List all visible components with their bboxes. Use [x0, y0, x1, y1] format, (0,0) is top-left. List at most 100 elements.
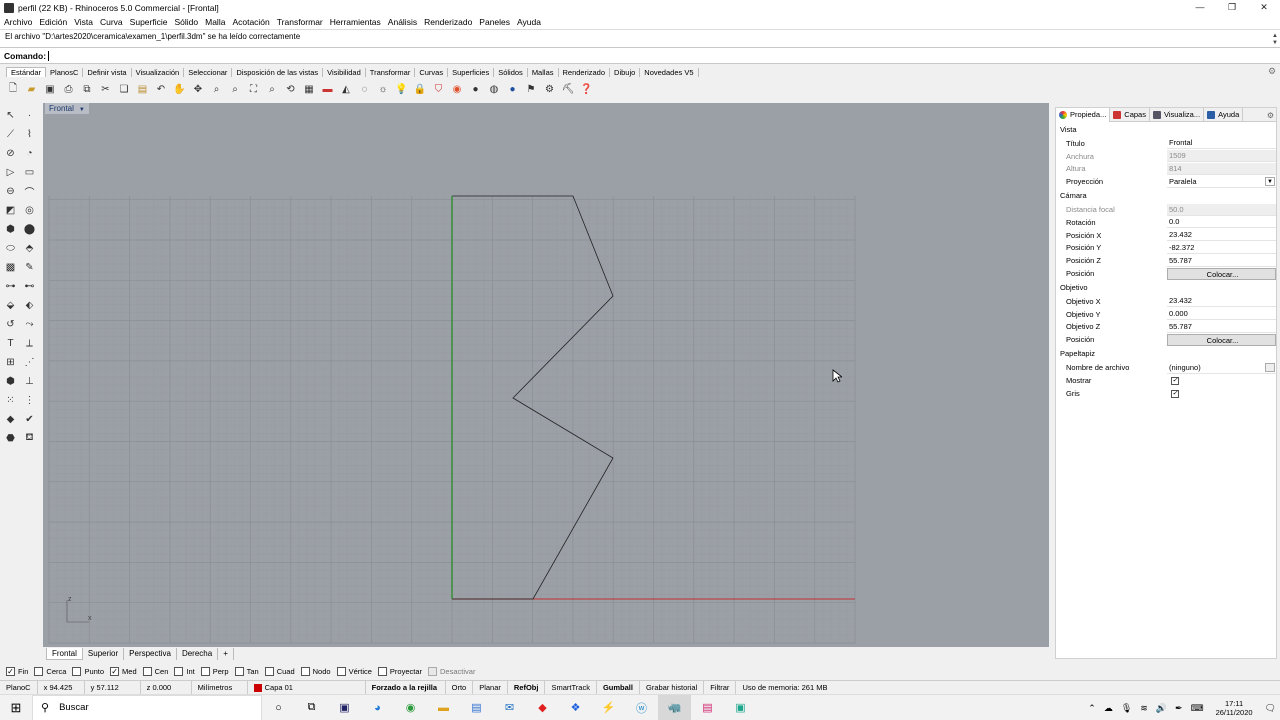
- menu-malla[interactable]: Malla: [205, 17, 225, 27]
- restore-button[interactable]: ❐: [1216, 0, 1248, 15]
- viewport-tab-superior[interactable]: Superior: [83, 648, 125, 660]
- open-file-icon[interactable]: ▰: [25, 82, 39, 96]
- new-file-icon[interactable]: 🗋: [6, 82, 20, 96]
- prop-value[interactable]: 55.787: [1167, 321, 1276, 333]
- checkbox[interactable]: [200, 667, 210, 676]
- checkbox[interactable]: ✓: [6, 667, 15, 676]
- viewport-tab-frontal[interactable]: Frontal: [46, 648, 83, 660]
- fillet-icon[interactable]: ⌒: [22, 184, 37, 199]
- tab-estandar[interactable]: Estándar: [6, 67, 47, 77]
- rhino-taskbar-icon[interactable]: 🦏: [658, 694, 691, 720]
- material-icon[interactable]: ⛉: [432, 82, 446, 96]
- edge-icon[interactable]: ◕: [361, 695, 394, 720]
- shaded-sphere-icon[interactable]: ●: [469, 82, 483, 96]
- tab-transformar[interactable]: Transformar: [366, 67, 416, 77]
- menu-paneles[interactable]: Paneles: [479, 17, 510, 27]
- cylinder-icon[interactable]: ⬭: [3, 241, 18, 256]
- osnap-desactivar[interactable]: Desactivar: [428, 667, 475, 676]
- print-icon[interactable]: ⎙: [62, 82, 76, 96]
- checkbox[interactable]: [300, 667, 310, 676]
- app-icon-w[interactable]: ⓦ: [625, 695, 658, 720]
- tools-icon[interactable]: ⛏: [561, 82, 575, 96]
- point-icon[interactable]: ·: [22, 108, 37, 123]
- color-wheel-icon[interactable]: ◉: [450, 82, 464, 96]
- import-icon[interactable]: ⧉: [80, 82, 94, 96]
- select-icon[interactable]: ◌: [358, 82, 372, 96]
- viewport-menu-arrow-icon[interactable]: ▼: [79, 107, 85, 113]
- array-icon[interactable]: ⁙: [3, 393, 18, 408]
- tab-seleccionar[interactable]: Seleccionar: [184, 67, 233, 77]
- browse-button[interactable]: [1265, 362, 1275, 372]
- tab-curvas[interactable]: Curvas: [415, 67, 449, 77]
- paste-icon[interactable]: ▤: [136, 82, 150, 96]
- revolve-icon[interactable]: ◎: [22, 203, 37, 218]
- status-gumball[interactable]: Gumball: [597, 680, 640, 695]
- rotate-view-icon[interactable]: ⟲: [284, 82, 298, 96]
- save-icon[interactable]: ▣: [43, 82, 57, 96]
- tab-visibilidad[interactable]: Visibilidad: [323, 67, 366, 77]
- polygon-icon[interactable]: ▷: [3, 165, 18, 180]
- checkbox[interactable]: [336, 667, 346, 676]
- app-icon-green[interactable]: ▣: [724, 695, 757, 720]
- wifi-icon[interactable]: ≋: [1140, 703, 1148, 714]
- arc-icon[interactable]: ◔: [22, 146, 37, 161]
- menu-vista[interactable]: Vista: [74, 17, 93, 27]
- command-input[interactable]: [48, 50, 1249, 61]
- trim-icon[interactable]: ⬙: [3, 298, 18, 313]
- onedrive-icon[interactable]: ☁: [1104, 703, 1113, 714]
- light-icon[interactable]: 💡: [395, 82, 409, 96]
- settings-gear-icon[interactable]: ⚙: [543, 82, 557, 96]
- osnap-perp[interactable]: Perp: [200, 667, 229, 676]
- explode-icon[interactable]: ⊷: [22, 279, 37, 294]
- undo-icon[interactable]: ↶: [154, 82, 168, 96]
- viewport-title[interactable]: Frontal ▼: [45, 103, 89, 114]
- menu-analisis[interactable]: Análisis: [388, 17, 417, 27]
- tab-mallas[interactable]: Mallas: [528, 67, 559, 77]
- osnap-tan[interactable]: Tan: [234, 667, 259, 676]
- history-scroll[interactable]: ▲ ▼: [1272, 33, 1278, 47]
- prop-value[interactable]: 0.0: [1167, 216, 1276, 229]
- osnap-proyectar[interactable]: Proyectar: [377, 667, 422, 676]
- checkbox[interactable]: [428, 667, 438, 676]
- panel-gear-icon[interactable]: ⚙: [1267, 111, 1274, 120]
- windows-start-icon[interactable]: ⊞: [0, 695, 32, 720]
- wallpaper-file-field[interactable]: (ninguno): [1167, 362, 1276, 374]
- panel-tab-display[interactable]: Visualiza...: [1150, 108, 1205, 122]
- app-icon-bolt[interactable]: ⚡: [592, 695, 625, 720]
- close-button[interactable]: ✕: [1248, 0, 1280, 15]
- osnap-nodo[interactable]: Nodo: [300, 667, 331, 676]
- analyze-icon[interactable]: ⋮: [22, 393, 37, 408]
- chevron-down-icon[interactable]: ▼: [1265, 176, 1275, 186]
- minimize-button[interactable]: —: [1184, 0, 1216, 15]
- prop-value[interactable]: 0.000: [1167, 308, 1276, 321]
- checkbox[interactable]: [264, 667, 274, 676]
- status-filter[interactable]: Filtrar: [704, 680, 737, 695]
- render-icon[interactable]: ◆: [3, 412, 18, 427]
- prop-value[interactable]: 23.432: [1167, 229, 1276, 242]
- checkbox[interactable]: [174, 667, 184, 676]
- menu-edicion[interactable]: Edición: [39, 17, 67, 27]
- solid-edit-icon[interactable]: ⬢: [3, 374, 18, 389]
- boolean-icon[interactable]: ⬤: [22, 222, 37, 237]
- prop-value[interactable]: Frontal: [1167, 137, 1276, 150]
- store-icon[interactable]: ▤: [460, 695, 493, 720]
- checkbox[interactable]: [142, 667, 152, 676]
- menu-transformar[interactable]: Transformar: [277, 17, 323, 27]
- block-icon[interactable]: ⊞: [3, 355, 18, 370]
- zoom-window-icon[interactable]: ⌕: [228, 82, 242, 96]
- panel-tab-layers[interactable]: Capas: [1110, 108, 1150, 122]
- ellipse-icon[interactable]: ⊖: [3, 184, 18, 199]
- pan-hand-icon[interactable]: ✋: [173, 82, 187, 96]
- tab-dibujo[interactable]: Dibujo: [610, 67, 641, 77]
- menu-ayuda[interactable]: Ayuda: [517, 17, 541, 27]
- status-cplane[interactable]: PlanoC: [0, 680, 38, 695]
- render-sphere-icon[interactable]: ●: [506, 82, 520, 96]
- tab-visualizacion[interactable]: Visualización: [132, 67, 185, 77]
- zoom-icon[interactable]: ⌕: [210, 82, 224, 96]
- status-grid-snap[interactable]: Forzado a la rejilla: [366, 680, 446, 695]
- tab-novedades[interactable]: Novedades V5: [640, 67, 699, 77]
- status-osnap[interactable]: RefObj: [508, 680, 546, 695]
- volume-icon[interactable]: 🔊: [1156, 703, 1167, 714]
- prop-value[interactable]: -82.372: [1167, 242, 1276, 254]
- prop-value[interactable]: 55.787: [1167, 255, 1276, 267]
